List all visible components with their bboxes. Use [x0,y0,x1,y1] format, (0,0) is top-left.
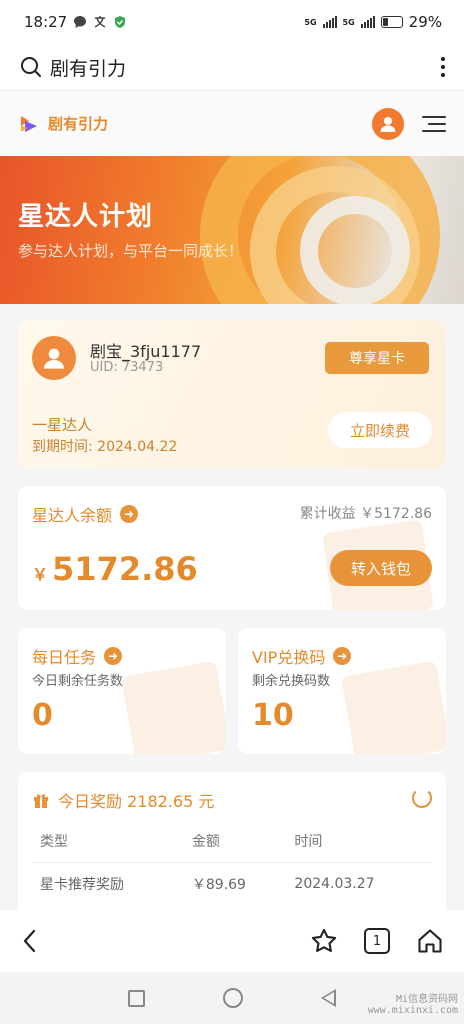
signal-icon-2 [360,16,375,28]
banner: 星达人计划 参与达人计划，与平台一同成长！ [0,156,464,304]
reward-card: 今日奖励 2182.65 元 类型 金额 时间 星卡推荐奖励 ￥89.69 20… [18,772,446,910]
battery-level: 29% [408,13,442,31]
cell-type: 星卡推荐奖励 [40,877,124,894]
signal-icon-1 [322,16,337,28]
user-name: 剧宝_3fju1177 [90,342,202,361]
vip-code-value: 10 [252,698,294,733]
daily-task-subtitle: 今日剩余任务数 [32,674,124,689]
browser-title[interactable]: 剧有引力 [50,54,126,81]
home-circle-icon[interactable] [223,988,243,1008]
user-card: 剧宝_3fju1177 UID: 73473 尊享星卡 一星达人 到期时间: 2… [18,320,446,468]
tabs-button[interactable]: 1 [364,928,390,954]
vip-code-subtitle: 剩余兑换码数 [252,674,331,689]
network-type-2: 5G [342,17,355,27]
daily-task-value: 0 [32,698,53,733]
status-time: 18:27 [24,13,68,31]
shield-check-icon [115,16,126,28]
battery-icon [380,16,403,28]
tabs-count: 1 [372,933,382,949]
recents-icon[interactable] [128,989,145,1007]
cell-amount: ￥89.69 [191,877,246,894]
daily-task-title: 每日任务 [32,648,97,667]
message-icon [74,16,87,28]
balance-title-link[interactable]: 星达人余额 ➜ [32,502,139,526]
home-icon[interactable] [416,927,444,955]
status-bar: 18:27 5G 5G 29% [0,0,464,44]
total-earnings-value: ￥5172.86 [360,506,432,522]
renew-button[interactable]: 立即续费 [328,412,432,448]
browser-toolbar: 剧有引力 [0,44,464,90]
user-icon [380,116,396,132]
arrow-right-icon: ➜ [333,647,352,665]
vip-code-card[interactable]: VIP兑换码 ➜ 剩余兑换码数 10 [238,628,446,754]
network-type-1: 5G [304,17,317,27]
system-nav-bar: Mi信息资码网 www.mixinxi.com [0,972,464,1024]
refresh-icon[interactable] [412,788,432,808]
banner-subtitle: 参与达人计划，与平台一同成长！ [18,242,244,260]
arrow-right-icon: ➜ [104,647,123,665]
more-menu-icon[interactable] [440,57,446,77]
column-header-type: 类型 [32,820,184,863]
bookmark-star-icon[interactable] [310,927,338,955]
star-card-button[interactable]: 尊享星卡 [325,342,429,374]
user-icon [44,348,64,369]
balance-amount: ￥ 5172.86 [32,550,198,588]
member-level: 一星达人 [32,416,93,434]
table-row: 星卡推荐奖励 ￥89.69 2024.03.27 [32,862,432,906]
site-header: 剧有引力 [0,90,464,156]
total-earnings: 累计收益 ￥5172.86 [300,503,432,523]
menu-icon[interactable] [422,115,446,132]
total-earnings-label: 累计收益 [299,506,356,522]
reward-title: 今日奖励 2182.65 元 [58,792,215,811]
browser-bottom-nav: 1 [0,910,464,972]
back-icon[interactable] [20,928,40,954]
reward-table: 类型 金额 时间 星卡推荐奖励 ￥89.69 2024.03.27 [32,820,432,906]
banner-title: 星达人计划 [18,202,154,232]
balance-title: 星达人余额 [32,506,113,525]
balance-value: 5172.86 [52,550,198,588]
gift-icon [34,794,48,808]
column-header-time: 时间 [286,820,432,863]
back-triangle-icon[interactable] [321,989,336,1007]
search-icon[interactable] [20,56,42,78]
column-header-amount: 金额 [183,820,287,863]
vip-code-title: VIP兑换码 [252,648,326,667]
avatar [32,336,76,380]
cell-time: 2024.03.27 [294,876,375,893]
daily-task-card[interactable]: 每日任务 ➜ 今日剩余任务数 0 [18,628,226,754]
user-avatar-button[interactable] [372,107,404,140]
user-uid: UID: 73473 [90,360,164,375]
balance-card: 星达人余额 ➜ 累计收益 ￥5172.86 ￥ 5172.86 转入钱包 [18,486,446,610]
site-name: 剧有引力 [48,115,109,133]
currency-symbol: ￥ [32,565,49,584]
arrow-right-icon: ➜ [120,505,139,523]
translate-icon [94,16,106,28]
watermark: Mi信息资码网 www.mixinxi.com [367,994,458,1016]
logo-icon [21,115,37,132]
transfer-wallet-button[interactable]: 转入钱包 [330,550,432,586]
expire-date: 到期时间: 2024.04.22 [32,439,178,455]
